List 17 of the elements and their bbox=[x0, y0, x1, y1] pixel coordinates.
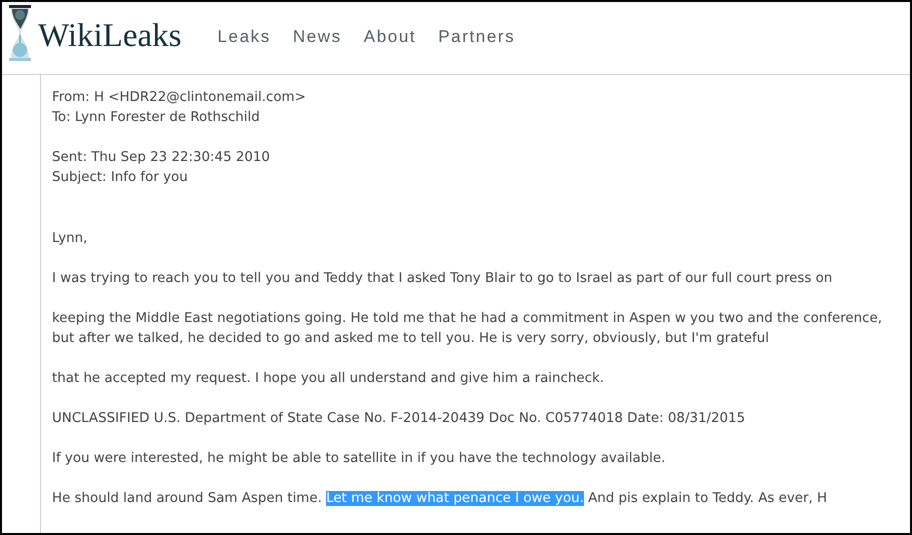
email-paragraph: Lynn, bbox=[52, 230, 88, 248]
nav-link[interactable]: About bbox=[364, 26, 416, 48]
email-paragraph: that he accepted my request. I hope you all understand and give him a raincheck. bbox=[52, 370, 605, 388]
hourglass-logo-icon bbox=[8, 5, 32, 61]
nav-link[interactable]: Partners bbox=[438, 26, 516, 48]
email-header-line: Subject: Info for you bbox=[52, 169, 189, 187]
email-paragraph: I was trying to reach you to tell you and Teddy that I asked Tony Blair to go to Israel as part of our full court press on bbox=[52, 270, 834, 288]
nav-link[interactable]: News bbox=[292, 26, 342, 48]
email-paragraph: UNCLASSIFIED U.S. Department of State Case No. F-2014-20439 Doc No. C05774018 Date: 08/31/2015 bbox=[52, 410, 746, 428]
email-paragraph: He should land around Sam Aspen time. Let me know what penance I owe you. And pis explain to Teddy. As ever, H bbox=[52, 490, 828, 508]
email-header-line: Sent: Thu Sep 23 22:30:45 2010 bbox=[52, 149, 271, 167]
email-paragraph: keeping the Middle East negotiations going. He told me that he had a commitment in Aspen w you two and the conference, but after we talked, he decided to go and asked me to tell you. He is very sorry, obviously, but I'm grateful bbox=[52, 310, 884, 348]
nav-link[interactable]: Leaks bbox=[217, 26, 271, 48]
email-header-line: To: Lynn Forester de Rothschild bbox=[52, 109, 261, 127]
email-header-line: From: H <HDR22@clintonemail.com> bbox=[52, 89, 307, 107]
site-logo-text[interactable]: WikiLeaks bbox=[38, 16, 182, 56]
email-paragraph: If you were interested, he might be able to satellite in if you have the technology available. bbox=[52, 450, 666, 468]
